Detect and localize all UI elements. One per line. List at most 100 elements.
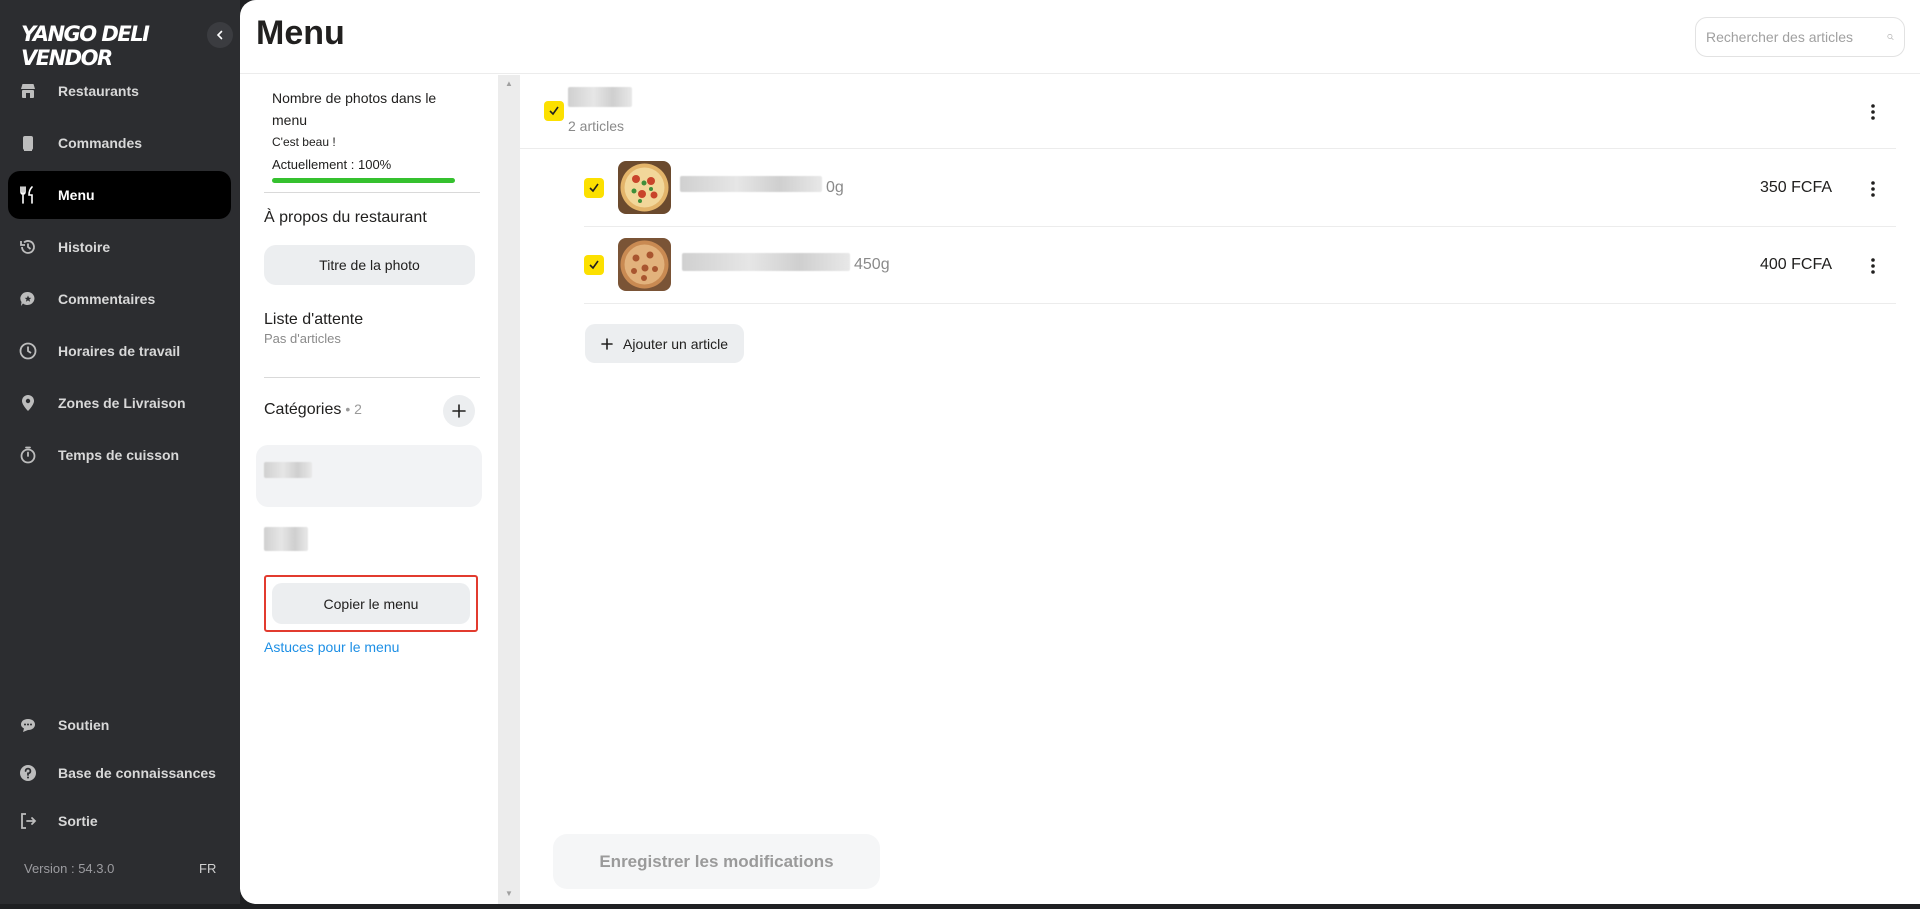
category-item[interactable] [256,509,482,571]
main-panel: Menu Nombre de photos dans le menu C'est… [240,0,1920,904]
sidebar-item-label: Restaurants [58,83,139,99]
item-weight: 450g [854,256,890,273]
photo-title-button[interactable]: Titre de la photo [264,245,475,285]
photo-stats-title: Nombre de photos dans le menu [272,90,437,128]
checkmark-icon [549,106,559,116]
categories-title: Catégories • 2 [264,401,362,419]
menu-left-pane: Nombre de photos dans le menu C'est beau… [240,75,500,904]
sidebar-item-label: Soutien [58,717,110,733]
sidebar-item-soutien[interactable]: Soutien [8,701,231,749]
sidebar-item-sortie[interactable]: Sortie [8,797,231,845]
photo-stats-current: Actuellement : 100% [272,157,392,172]
sidebar-item-menu[interactable]: Menu [8,171,231,219]
blurred-category-title [568,87,632,107]
photo-stats-subtitle: C'est beau ! [272,135,336,149]
fork-knife-icon [18,185,38,205]
sidebar-item-horaires[interactable]: Horaires de travail [8,327,231,375]
more-vertical-icon [1871,104,1875,120]
sidebar-item-base-connaissances[interactable]: Base de connaissances [8,749,231,797]
page-title: Menu [256,14,345,52]
category-more-button[interactable] [1863,98,1883,126]
more-vertical-icon [1871,258,1875,274]
search-icon[interactable] [1887,28,1894,46]
category-items-count: 2 articles [568,118,625,134]
item-weight: 0g [826,179,844,196]
blurred-item-name [682,253,850,271]
history-icon [18,237,38,257]
item-checkbox[interactable] [584,178,604,198]
timer-icon [18,445,38,465]
logout-icon [18,811,38,831]
item-checkbox[interactable] [584,255,604,275]
blurred-item-name [680,176,822,192]
sidebar-item-restaurants[interactable]: Restaurants [8,67,231,115]
blurred-category-name [264,527,308,551]
main-nav: Restaurants Commandes Menu Histoire Comm… [8,67,231,483]
copy-menu-button[interactable]: Copier le menu [272,583,470,624]
scroll-up-icon[interactable]: ▲ [505,79,513,88]
item-more-button[interactable] [1863,252,1883,280]
help-icon [18,763,38,783]
version-label: Version : 54.3.0 [24,861,115,876]
item-more-button[interactable] [1863,175,1883,203]
menu-tips-link[interactable]: Astuces pour le menu [264,639,399,655]
collapse-sidebar-button[interactable] [207,22,233,48]
copy-menu-highlight: Copier le menu [264,575,478,632]
sidebar-item-label: Horaires de travail [58,343,181,359]
categories-count: • 2 [345,401,362,417]
search-input[interactable] [1706,29,1887,45]
progress-fill [272,178,455,183]
scroll-down-icon[interactable]: ▼ [505,889,513,898]
sidebar-item-label: Sortie [58,813,98,829]
waitlist-subtitle: Pas d'articles [264,331,341,346]
save-changes-button[interactable]: Enregistrer les modifications [553,834,880,889]
about-restaurant-title: À propos du restaurant [264,209,427,226]
categories-label: Catégories [264,401,342,418]
plus-icon [601,337,613,350]
chat-icon [18,715,38,735]
sidebar-item-label: Commandes [58,135,143,151]
sidebar-item-label: Temps de cuisson [58,447,180,463]
chevron-left-icon [216,30,223,40]
checkmark-icon [589,260,599,270]
checkmark-icon [589,183,599,193]
item-price: 350 FCFA [1759,179,1832,196]
menu-right-pane: 2 articles 0g 350 FCFA 450g 400 FCFA Ajo… [520,75,1920,904]
waitlist[interactable]: Liste d'attente Pas d'articles [264,311,363,346]
item-price: 400 FCFA [1759,256,1832,273]
menu-item-row[interactable]: 0g 350 FCFA [584,150,1896,227]
add-item-label: Ajouter un article [623,335,729,352]
photo-progress-bar [272,178,455,183]
clock-icon [18,341,38,361]
left-pane-scrollbar[interactable]: ▲ ▼ [498,75,520,904]
item-thumbnail[interactable] [618,238,671,291]
item-thumbnail[interactable] [618,161,671,214]
more-vertical-icon [1871,181,1875,197]
location-pin-icon [18,393,38,413]
add-category-button[interactable] [443,395,475,427]
menu-item-row[interactable]: 450g 400 FCFA [584,227,1896,304]
comment-icon [18,289,38,309]
category-checkbox[interactable] [544,101,564,121]
store-icon [18,81,38,101]
blurred-category-name [264,462,312,478]
sidebar-item-zones[interactable]: Zones de Livraison [8,379,231,427]
divider [264,192,480,193]
sidebar-item-label: Commentaires [58,291,156,307]
plus-icon [452,404,466,418]
category-item[interactable] [256,445,482,507]
sidebar-item-temps-cuisson[interactable]: Temps de cuisson [8,431,231,479]
sidebar: YANGO DELI VENDOR Restaurants Commandes … [0,0,240,904]
sidebar-item-commandes[interactable]: Commandes [8,119,231,167]
pizza-image [618,161,671,214]
pizza-image [618,238,671,291]
sidebar-item-label: Base de connaissances [58,765,216,781]
language-switcher[interactable]: FR [199,861,216,876]
sidebar-item-histoire[interactable]: Histoire [8,223,231,271]
sidebar-item-commentaires[interactable]: Commentaires [8,275,231,323]
divider [264,377,480,378]
category-header[interactable]: 2 articles [520,75,1896,149]
add-item-button[interactable]: Ajouter un article [585,324,745,363]
bottom-nav: Soutien Base de connaissances Sortie [8,701,231,845]
search-box[interactable] [1695,17,1905,57]
